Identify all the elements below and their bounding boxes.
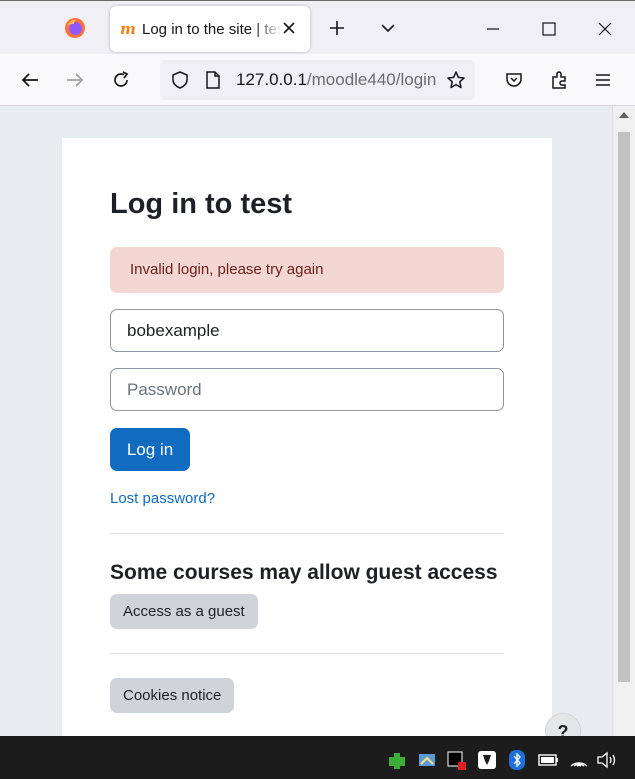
reload-icon[interactable] [111, 70, 131, 90]
url-bar[interactable]: 127.0.0.1/moodle440/login/index.php [160, 60, 475, 100]
section-divider [110, 533, 504, 534]
login-card: Log in to test Invalid login, please try… [62, 138, 552, 736]
back-arrow-icon[interactable] [20, 70, 40, 90]
bluetooth-icon[interactable] [508, 749, 526, 771]
network-drive-tray-icon[interactable] [416, 750, 438, 772]
cookies-notice-button[interactable]: Cookies notice [110, 678, 235, 713]
scrollbar-thumb[interactable] [618, 132, 630, 682]
section-divider [110, 653, 504, 654]
os-taskbar [0, 736, 635, 779]
browser-tab-bar: m Log in to the site | test [0, 0, 635, 54]
lost-password-link[interactable]: Lost password? [110, 490, 215, 507]
page-viewport: Log in to test Invalid login, please try… [0, 106, 612, 736]
new-tab-icon[interactable] [328, 19, 346, 37]
firefox-icon[interactable] [64, 17, 86, 39]
wifi-icon[interactable] [568, 750, 590, 770]
minimize-window-icon[interactable] [485, 21, 501, 37]
url-text[interactable]: 127.0.0.1/moodle440/login/index.php [236, 70, 436, 90]
extensions-puzzle-icon[interactable] [549, 69, 571, 91]
list-tabs-chevron-down-icon[interactable] [379, 19, 397, 37]
volume-speaker-icon[interactable] [596, 750, 620, 770]
page-scrollbar[interactable] [612, 106, 635, 736]
close-window-icon[interactable] [597, 21, 613, 37]
login-button[interactable]: Log in [110, 428, 190, 471]
shield-tray-icon[interactable] [476, 749, 498, 771]
pocket-icon[interactable] [504, 70, 524, 90]
page-info-icon[interactable] [204, 70, 222, 90]
login-error-alert: Invalid login, please try again [110, 247, 504, 293]
username-input[interactable] [110, 309, 504, 352]
url-path: /moodle440/login/index.php [306, 70, 436, 89]
guest-access-heading: Some courses may allow guest access [110, 561, 498, 584]
maximize-window-icon[interactable] [541, 21, 557, 37]
green-app-tray-icon[interactable] [386, 750, 408, 772]
red-app-tray-icon[interactable] [446, 750, 468, 772]
browser-nav-bar: 127.0.0.1/moodle440/login/index.php [0, 54, 635, 106]
url-host: 127.0.0.1 [236, 70, 307, 89]
close-tab-icon[interactable] [280, 19, 298, 37]
tab-title: Log in to the site | test [142, 20, 282, 38]
password-input[interactable] [110, 368, 504, 411]
page-title: Log in to test [110, 188, 293, 220]
forward-arrow-icon[interactable] [65, 70, 85, 90]
active-tab[interactable]: m Log in to the site | test [110, 6, 310, 52]
battery-icon[interactable] [536, 751, 560, 769]
moodle-favicon-icon: m [120, 20, 136, 38]
scroll-up-arrow-icon[interactable] [618, 110, 630, 120]
tracking-shield-icon[interactable] [170, 70, 190, 90]
bookmark-star-icon[interactable] [446, 70, 466, 90]
hamburger-menu-icon[interactable] [594, 71, 612, 89]
guest-login-button[interactable]: Access as a guest [110, 594, 258, 629]
